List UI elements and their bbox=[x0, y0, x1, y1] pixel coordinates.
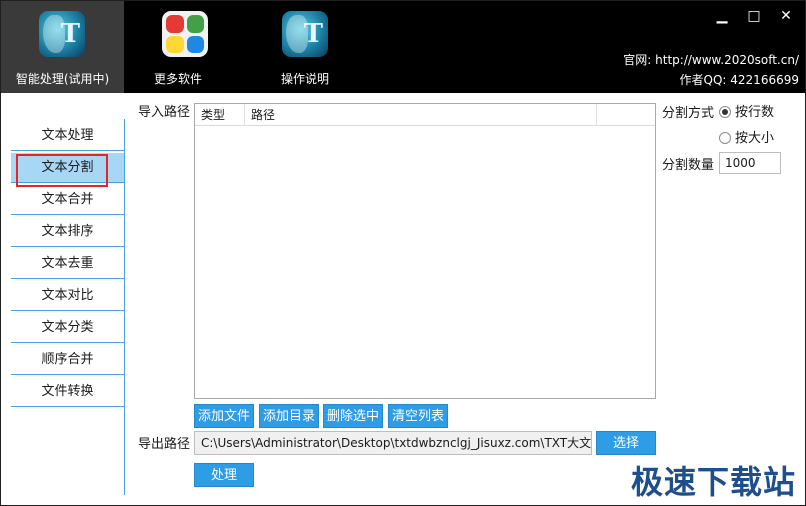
nav-item-sequence-merge[interactable]: 顺序合并 bbox=[11, 345, 124, 375]
txt-app-icon: T bbox=[282, 11, 328, 57]
tiles-icon bbox=[162, 11, 208, 57]
nav-item-text-dedup[interactable]: 文本去重 bbox=[11, 249, 124, 279]
add-directory-button[interactable]: 添加目录 bbox=[259, 404, 319, 428]
top-toolbar: T 智能处理(试用中) 更多软件 T 操作说明 ▁ □ ✕ 官网: http:/… bbox=[1, 1, 805, 93]
choose-path-button[interactable]: 选择 bbox=[596, 431, 656, 455]
export-path-label: 导出路径 bbox=[138, 437, 191, 452]
remove-selected-button[interactable]: 删除选中 bbox=[323, 404, 383, 428]
close-button[interactable]: ✕ bbox=[777, 7, 795, 25]
add-file-button[interactable]: 添加文件 bbox=[194, 404, 254, 428]
watermark-logo: 极速下载站 bbox=[631, 463, 797, 501]
app-window: T 智能处理(试用中) 更多软件 T 操作说明 ▁ □ ✕ 官网: http:/… bbox=[0, 0, 806, 506]
nav-item-text-sort[interactable]: 文本排序 bbox=[11, 217, 124, 247]
nav-item-text-process[interactable]: 文本处理 bbox=[11, 121, 124, 151]
radio-by-lines[interactable]: 按行数 bbox=[719, 104, 774, 122]
export-path-input[interactable]: C:\Users\Administrator\Desktop\txtdwbznc… bbox=[194, 431, 592, 455]
side-nav: 文本处理 文本分割 文本合并 文本排序 文本去重 文本对比 文本分类 顺序合并 … bbox=[11, 119, 125, 495]
minimize-button[interactable]: ▁ bbox=[713, 7, 731, 25]
split-count-label: 分割数量 bbox=[662, 158, 715, 173]
file-list[interactable]: 类型 路径 bbox=[194, 103, 656, 399]
maximize-button[interactable]: □ bbox=[745, 7, 763, 25]
tool-label: 操作说明 bbox=[280, 72, 329, 86]
nav-item-text-classify[interactable]: 文本分类 bbox=[11, 313, 124, 343]
tool-label: 智能处理(试用中) bbox=[15, 72, 110, 86]
process-button[interactable]: 处理 bbox=[194, 463, 254, 487]
file-list-header: 类型 路径 bbox=[195, 104, 655, 126]
nav-item-text-split[interactable]: 文本分割 bbox=[11, 153, 124, 187]
tool-smart-process[interactable]: T 智能处理(试用中) bbox=[1, 1, 124, 93]
tool-label: 更多软件 bbox=[153, 72, 202, 86]
column-spacer bbox=[597, 104, 655, 126]
nav-item-text-compare[interactable]: 文本对比 bbox=[11, 281, 124, 311]
tool-more-software[interactable]: 更多软件 bbox=[125, 1, 243, 93]
clear-list-button[interactable]: 清空列表 bbox=[388, 404, 448, 428]
radio-by-size[interactable]: 按大小 bbox=[719, 130, 774, 148]
column-type[interactable]: 类型 bbox=[195, 104, 245, 126]
radio-checked-icon bbox=[719, 106, 731, 118]
radio-unchecked-icon bbox=[719, 132, 731, 144]
tool-instructions[interactable]: T 操作说明 bbox=[245, 1, 365, 93]
nav-item-file-convert[interactable]: 文件转换 bbox=[11, 377, 124, 407]
selection-highlight bbox=[16, 154, 108, 187]
split-count-input[interactable]: 1000 bbox=[719, 152, 781, 174]
import-path-label: 导入路径 bbox=[138, 105, 191, 120]
txt-app-icon: T bbox=[39, 11, 85, 57]
nav-item-text-merge[interactable]: 文本合并 bbox=[11, 185, 124, 215]
column-path[interactable]: 路径 bbox=[245, 104, 597, 126]
website-text: 官网: http://www.2020soft.cn/ bbox=[623, 53, 799, 67]
split-method-label: 分割方式 bbox=[662, 106, 715, 121]
author-qq-text: 作者QQ: 422166699 bbox=[679, 73, 799, 87]
